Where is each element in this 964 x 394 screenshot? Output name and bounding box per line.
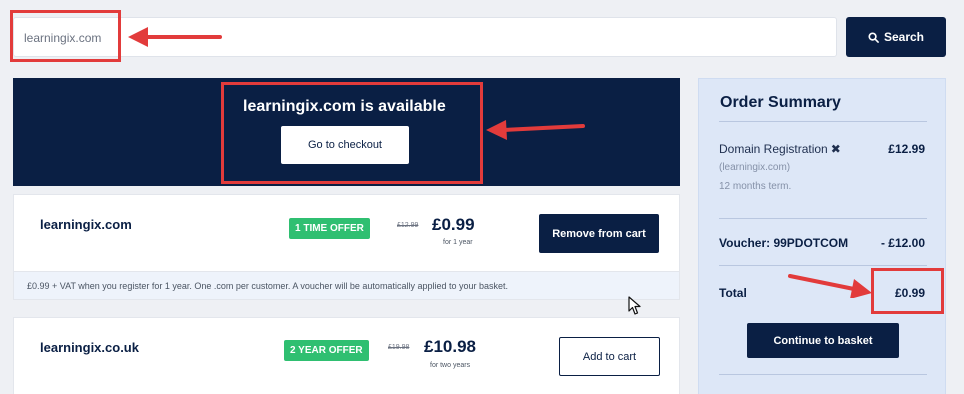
price-term: for 1 year	[443, 239, 473, 246]
total-label: Total	[719, 286, 747, 300]
domain-result-card: learningix.com 1 TIME OFFER £12.99 £0.99…	[13, 194, 680, 300]
domain-name: learningix.com	[40, 217, 132, 232]
add-to-cart-button[interactable]: Add to cart	[559, 337, 660, 376]
annotation-arrow	[128, 27, 222, 47]
mouse-cursor-icon	[628, 296, 641, 315]
offer-badge: 2 YEAR OFFER	[284, 340, 369, 361]
annotation-arrow	[486, 120, 585, 140]
price: £10.98	[424, 337, 476, 356]
offer-note: £0.99 + VAT when you register for 1 year…	[14, 271, 679, 299]
price: £0.99	[432, 215, 475, 234]
old-price: £12.99	[397, 222, 419, 229]
search-button[interactable]: Search	[846, 17, 946, 57]
domain-name: learningix.co.uk	[40, 340, 139, 355]
divider	[719, 121, 927, 122]
divider	[719, 265, 927, 266]
offer-badge: 1 TIME OFFER	[289, 218, 370, 239]
search-icon	[868, 31, 879, 43]
annotation-box-search	[10, 10, 121, 62]
remove-from-cart-button[interactable]: Remove from cart	[539, 214, 659, 253]
annotation-box-available	[221, 82, 483, 184]
price-term: for two years	[430, 362, 471, 369]
order-summary-title: Order Summary	[720, 94, 841, 111]
line-item-term: 12 months term.	[719, 181, 792, 192]
old-price: £19.98	[388, 344, 410, 351]
line-item-label: Domain Registration	[719, 142, 828, 156]
continue-to-basket-button[interactable]: Continue to basket	[747, 323, 899, 358]
voucher-label: Voucher: 99PDOTCOM	[719, 236, 849, 250]
search-button-label: Search	[883, 30, 925, 44]
divider	[719, 218, 927, 219]
divider	[719, 374, 927, 375]
line-item-domain: (learningix.com)	[719, 162, 791, 173]
order-summary: Order Summary Domain Registration ✖ £12.9…	[698, 78, 946, 394]
voucher-value: - £12.00	[880, 236, 925, 250]
domain-result-card: learningix.co.uk 2 YEAR OFFER £19.98 £10…	[13, 317, 680, 394]
close-icon[interactable]: ✖	[831, 142, 841, 156]
annotation-box-total	[871, 268, 944, 314]
annotation-arrow	[788, 274, 872, 298]
line-item: Domain Registration ✖	[719, 142, 841, 156]
line-item-price: £12.99	[888, 142, 925, 156]
